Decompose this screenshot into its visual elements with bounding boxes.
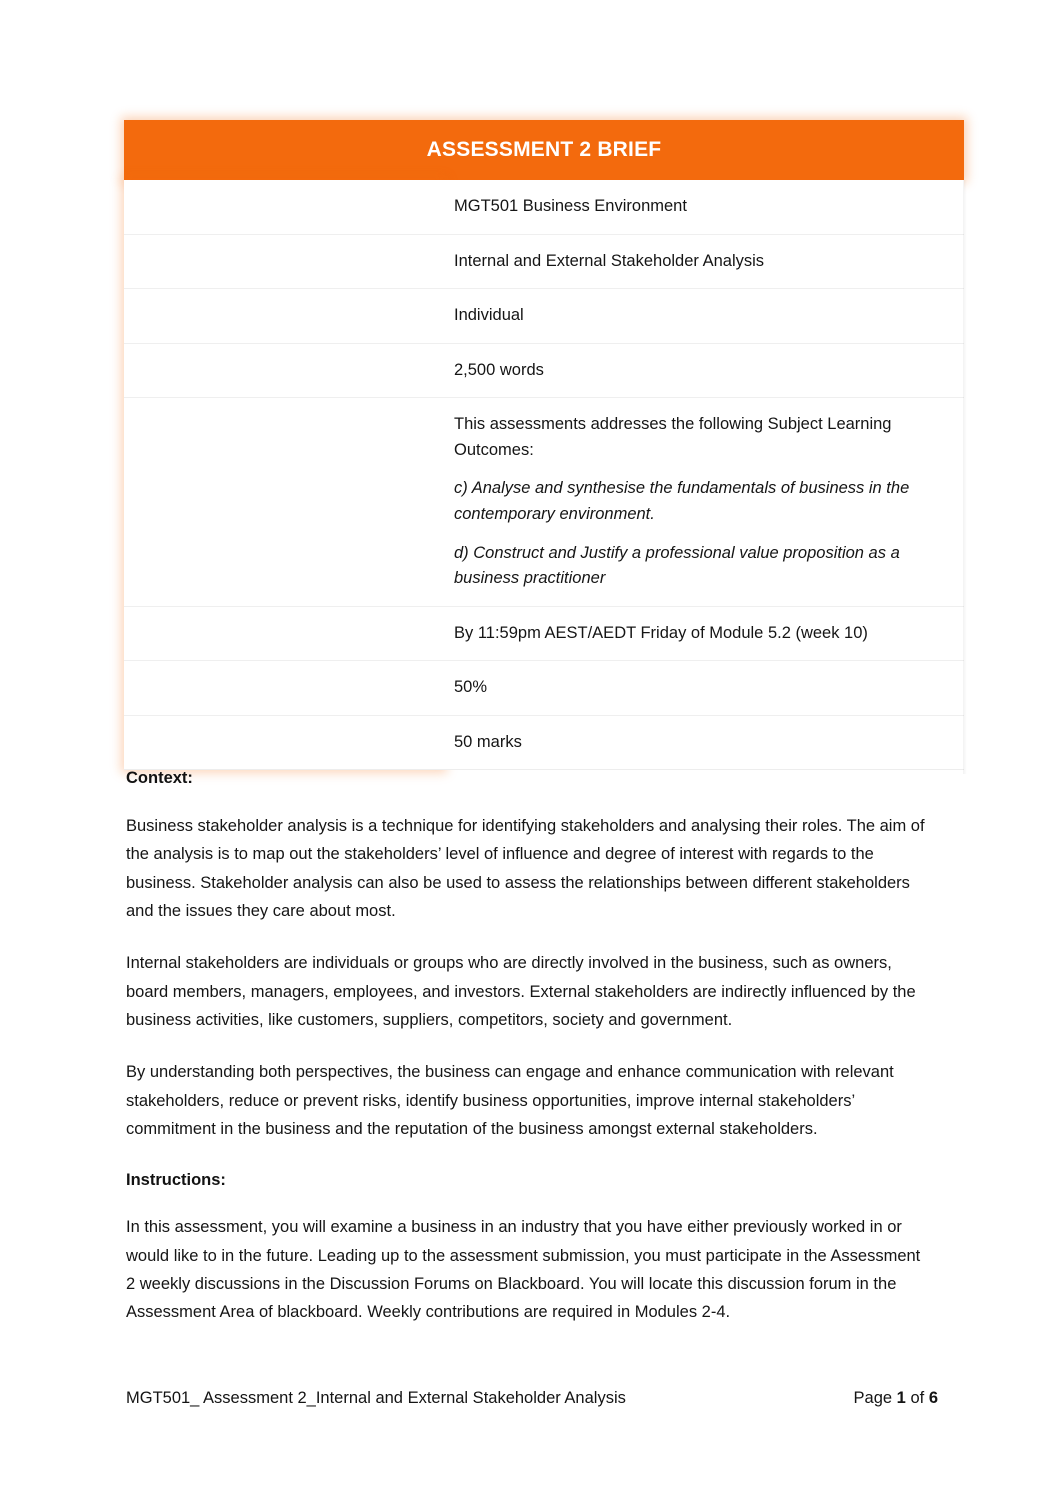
table-row: Total Marks 50 marks <box>124 715 964 771</box>
row-value-text: MGT501 Business Environment <box>454 197 687 215</box>
table-row: Individual/Group Individual <box>124 289 964 344</box>
table-row: Learning Outcomes This assessments addre… <box>124 398 964 607</box>
row-label-subject-code-and-title: Subject Code and Title <box>140 196 318 214</box>
row-value-text: 50% <box>454 678 488 697</box>
row-value-text: Internal and External Stakeholder Analys… <box>454 251 765 270</box>
footer-page-number: 1 <box>896 1389 906 1407</box>
table-row: Assessment Internal and External Stakeho… <box>124 234 964 290</box>
learning-outcomes-intro: This assessments addresses the following… <box>454 415 892 459</box>
brief-rows: Subject Code and Title MGT501 Business E… <box>124 180 967 775</box>
row-label-learning-outcomes: Learning Outcomes <box>140 414 295 433</box>
row-value-weighting: 50% <box>444 661 964 715</box>
row-label-total-marks: Total Marks <box>140 731 231 750</box>
table-row: Subject Code and Title MGT501 Business E… <box>124 180 964 235</box>
context-paragraph-2: Internal stakeholders are individuals or… <box>126 954 916 1029</box>
row-value-subject-code-and-title: MGT501 Business Environment <box>444 180 964 234</box>
row-value-learning-outcomes: This assessments addresses the following… <box>444 398 964 605</box>
footer-of-word: of <box>910 1389 925 1407</box>
row-value-total-marks: 50 marks <box>444 716 964 770</box>
brief-title-banner: ASSESSMENT 2 BRIEF <box>124 120 964 180</box>
row-label-length: Length <box>140 359 195 378</box>
table-row: Submission By 11:59pm AEST/AEDT Friday o… <box>124 606 964 662</box>
document-body: Context: Business stakeholder analysis i… <box>126 766 926 1327</box>
row-label-submission: Submission <box>140 622 234 641</box>
row-value-individual-group: Individual <box>444 289 964 343</box>
assessment-brief-table: ASSESSMENT 2 BRIEF Subject Code and Titl… <box>124 120 967 775</box>
instructions-paragraph-1: In this assessment, you will examine a b… <box>126 1218 921 1322</box>
row-value-text: 50 marks <box>454 732 522 751</box>
context-paragraph-1: Business stakeholder analysis is a techn… <box>126 816 925 920</box>
learning-outcome-c: c) Analyse and synthesise the fundamenta… <box>454 479 910 523</box>
row-value-assessment: Internal and External Stakeholder Analys… <box>444 235 964 289</box>
row-label-weighting: Weighting <box>140 677 220 696</box>
footer-document-title: MGT501_ Assessment 2_Internal and Extern… <box>126 1389 626 1407</box>
footer-page-total: 6 <box>928 1389 938 1407</box>
page-footer: MGT501_ Assessment 2_Internal and Extern… <box>126 1389 938 1408</box>
footer-page-indicator: Page 1 of 6 <box>854 1389 938 1408</box>
row-value-text: Individual <box>454 306 524 325</box>
footer-page-word: Page <box>853 1389 893 1407</box>
row-label-assessment: Assessment <box>140 250 238 269</box>
row-label-individual-group: Individual/Group <box>140 305 272 324</box>
learning-outcome-d: d) Construct and Justify a professional … <box>454 543 900 588</box>
instructions-heading: Instructions: <box>126 1170 226 1189</box>
context-heading: Context: <box>126 769 193 787</box>
document-page: ASSESSMENT 2 BRIEF Subject Code and Titl… <box>0 0 1062 1504</box>
table-row: Weighting 50% <box>124 661 964 716</box>
context-paragraph-3: By understanding both perspectives, the … <box>126 1063 894 1139</box>
page-title: ASSESSMENT 2 BRIEF <box>426 138 662 161</box>
row-value-submission: By 11:59pm AEST/AEDT Friday of Module 5.… <box>444 607 964 661</box>
row-value-text: By 11:59pm AEST/AEDT Friday of Module 5.… <box>454 623 868 642</box>
table-row: Length 2,500 words <box>124 343 964 399</box>
row-value-length: 2,500 words <box>444 344 964 398</box>
row-value-text: 2,500 words <box>454 360 544 379</box>
